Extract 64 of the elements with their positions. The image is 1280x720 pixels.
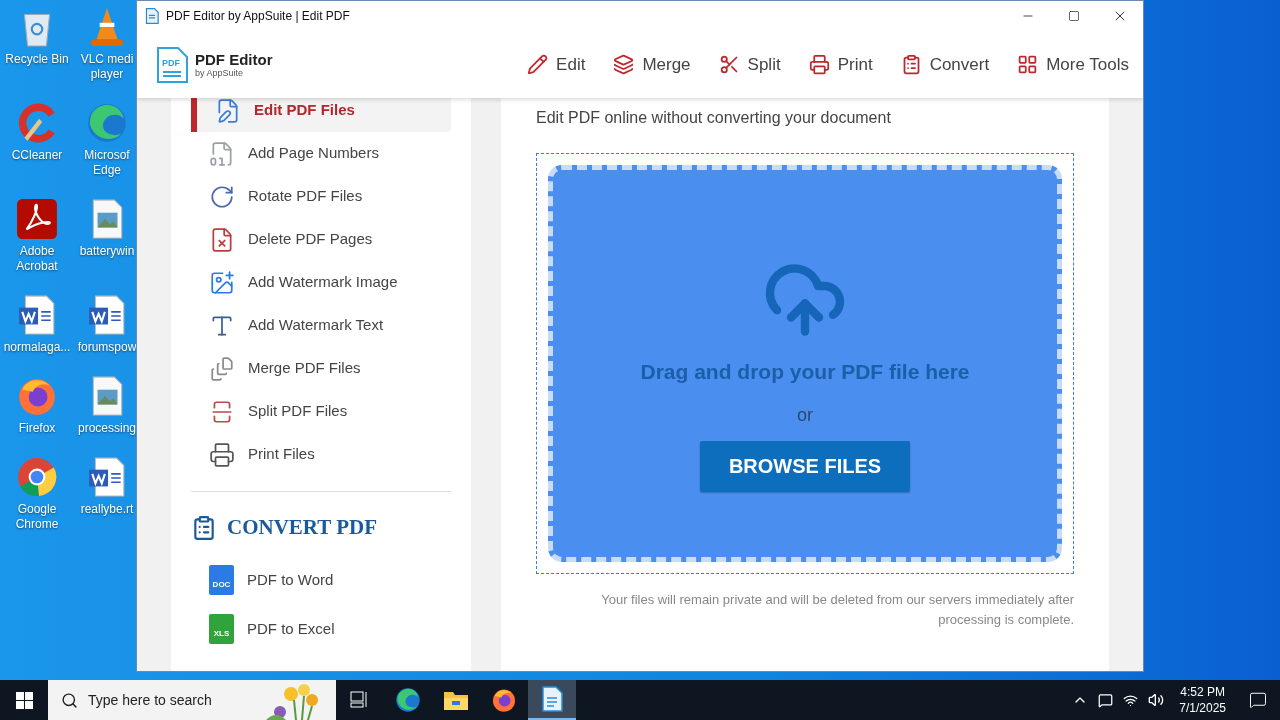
nav-link[interactable]: Split: [718, 51, 781, 78]
logo-title: PDF Editor: [195, 50, 273, 68]
browser-icon: [86, 102, 128, 144]
sidebar-item[interactable]: Edit PDF Files: [191, 98, 451, 132]
printer-icon: [808, 54, 830, 75]
rotate-icon: [209, 183, 235, 210]
scissors-icon: [718, 54, 740, 75]
clock-time: 4:52 PM: [1180, 684, 1225, 700]
file-type-icon: XLS: [209, 614, 234, 644]
logo-mark: PDF: [162, 56, 180, 70]
nav-link[interactable]: Print: [808, 51, 873, 78]
dropzone-prompt: Drag and drop your PDF file here: [640, 359, 970, 385]
taskbar-app[interactable]: [528, 680, 576, 720]
pencil-icon: [527, 54, 549, 75]
logo-subtitle: by AppSuite: [195, 67, 245, 79]
sidebar-item[interactable]: Add Watermark Text: [191, 304, 451, 347]
image-plus-icon: [209, 269, 235, 296]
list-icon: [191, 514, 217, 541]
sidebar-item[interactable]: XLS PDF to Excel: [191, 604, 451, 654]
task-view-icon: [350, 691, 370, 709]
sidebar-item[interactable]: Print Files: [191, 433, 451, 476]
acrobat-icon: [16, 198, 58, 240]
maximize-icon: [1068, 10, 1080, 22]
nav-link[interactable]: Merge: [613, 51, 691, 78]
windows-icon: [15, 691, 33, 709]
grid-icon: [1017, 54, 1039, 75]
chrome-icon: [16, 456, 58, 498]
nav-link[interactable]: Edit: [527, 51, 586, 78]
search-placeholder: Type here to search: [88, 690, 212, 710]
fox-globe-icon: [491, 687, 517, 713]
document-icon: [541, 686, 563, 712]
dropzone[interactable]: Drag and drop your PDF file here or BROWSE FILES: [548, 165, 1062, 562]
logo-document-icon: [156, 45, 189, 84]
sidebar-item[interactable]: DOC PDF to Word: [191, 555, 451, 605]
speech-bubble-icon: [1249, 691, 1267, 709]
sidebar-item[interactable]: Add Watermark Image: [191, 261, 451, 304]
file-delete-icon: [209, 226, 235, 253]
or-text: or: [797, 403, 813, 427]
printer-icon: [209, 441, 235, 468]
window-title: PDF Editor by AppSuite | Edit PDF: [166, 8, 350, 25]
file-type-icon: DOC: [209, 565, 234, 595]
sidebar-item[interactable]: Split PDF Files: [191, 390, 451, 433]
sidebar-item[interactable]: Merge PDF Files: [191, 347, 451, 390]
file-pen-icon: [215, 98, 241, 124]
cleaner-icon: [16, 102, 58, 144]
intro-text: Edit PDF online without converting your document: [536, 108, 892, 128]
browse-files-button[interactable]: BROWSE FILES: [700, 440, 910, 492]
network-icon: [1123, 692, 1139, 708]
layers-icon: [613, 54, 635, 75]
sidebar-item[interactable]: Add Page Numbers: [191, 132, 451, 175]
search-icon: [61, 691, 78, 709]
section-title: CONVERT PDF: [227, 514, 377, 541]
stack-icon: [209, 355, 235, 382]
nav-link[interactable]: Convert: [900, 51, 990, 78]
sidebar-item[interactable]: Rotate PDF Files: [191, 175, 451, 218]
privacy-note: Your files will remain private and will be deleted from our servers immediately after processing is complete.: [600, 591, 1074, 629]
numbered-file-icon: [209, 140, 235, 167]
folder-icon: [443, 689, 469, 711]
browser-icon: [395, 687, 421, 713]
clock-date: 7/1/2025: [1179, 700, 1226, 716]
sidebar-item[interactable]: Delete PDF Pages: [191, 218, 451, 261]
document-icon: [145, 8, 159, 24]
nav-link[interactable]: More Tools: [1017, 51, 1129, 78]
speaker-icon: [1148, 692, 1165, 708]
